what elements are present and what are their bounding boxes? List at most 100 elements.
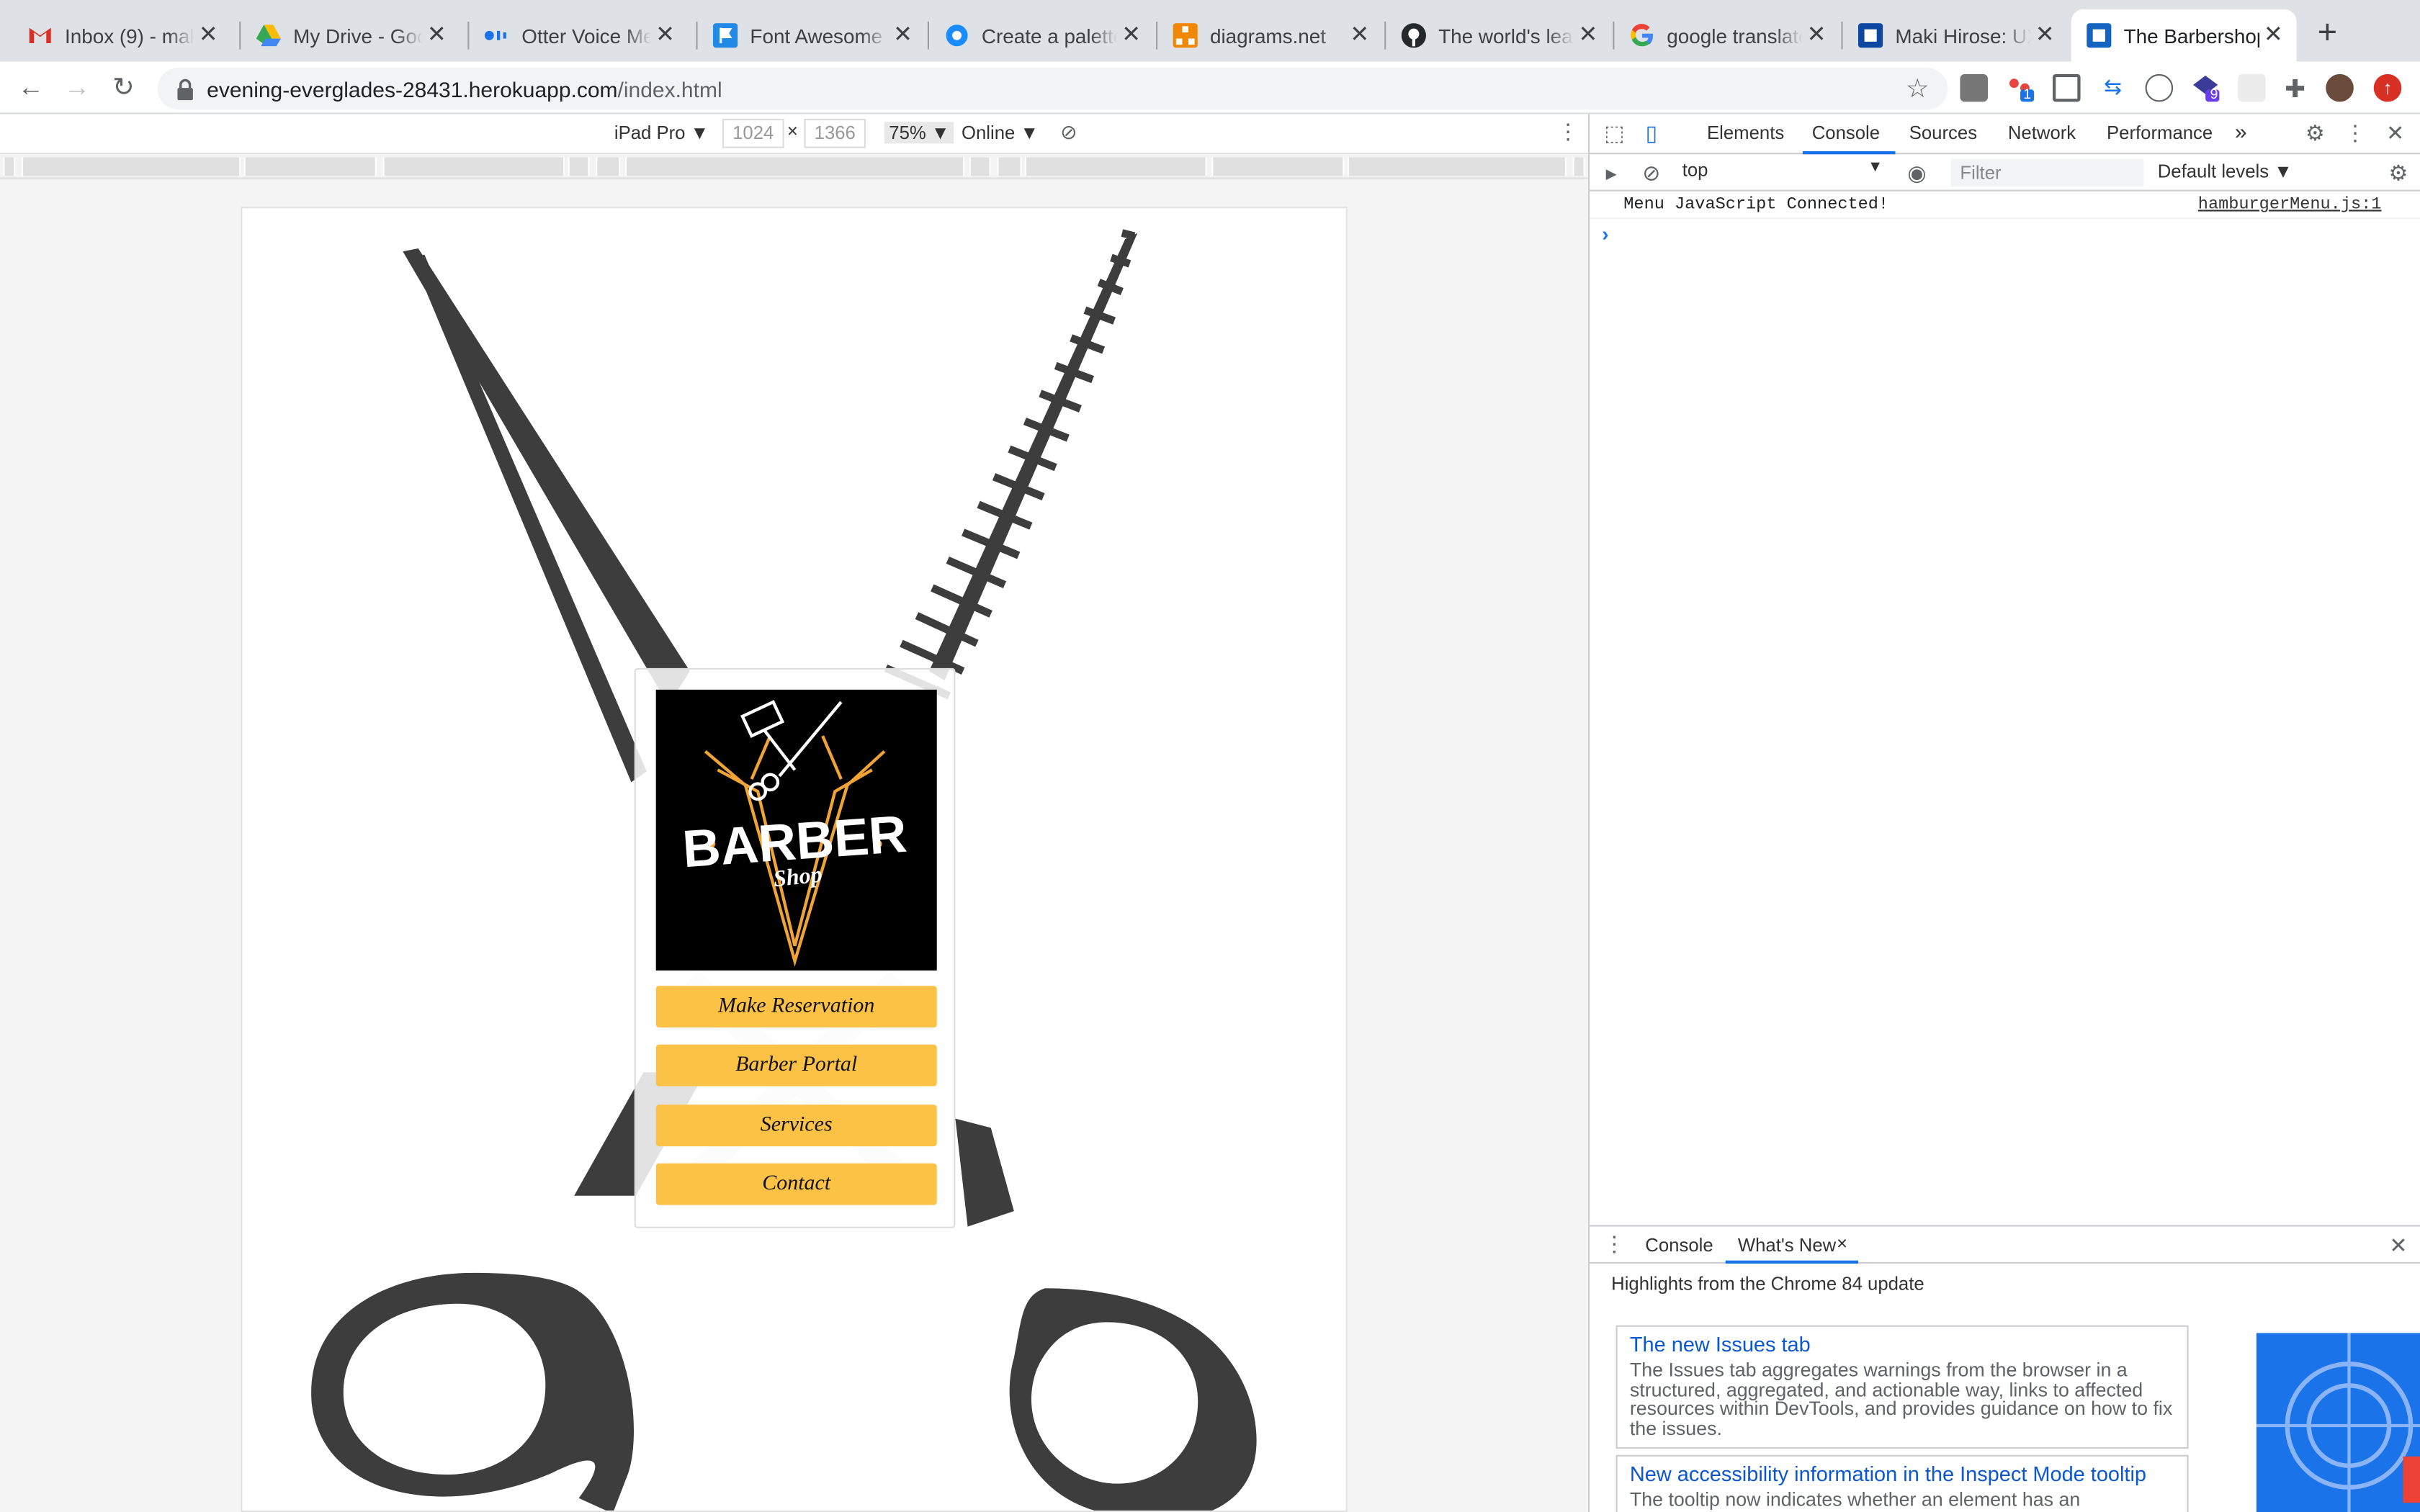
browser-tab[interactable]: Inbox (9) - making ✕: [12, 9, 231, 62]
drawer-menu-icon[interactable]: ⋮: [1602, 1231, 1626, 1256]
arrows-icon[interactable]: ⇆: [2099, 74, 2127, 102]
browser-tab[interactable]: Otter Voice Meeting ✕: [469, 9, 688, 62]
update-icon[interactable]: ↑: [2373, 73, 2402, 102]
address-bar[interactable]: evening-everglades-28431.herokuapp.com/i…: [157, 68, 1948, 110]
tab-title: diagrams.net: [1210, 24, 1327, 48]
browser-tab[interactable]: diagrams.net ✕: [1157, 9, 1383, 62]
services-button[interactable]: Services: [655, 1104, 937, 1147]
drawer-tab-console[interactable]: Console: [1645, 1234, 1713, 1256]
close-icon[interactable]: ×: [1837, 1233, 1847, 1254]
close-icon[interactable]: ✕: [889, 22, 917, 50]
close-icon[interactable]: ✕: [2031, 22, 2059, 50]
whats-new-header: Highlights from the Chrome 84 update: [1611, 1272, 1924, 1295]
tab-title: Font Awesome: [750, 24, 883, 48]
tab-console[interactable]: Console: [1812, 122, 1880, 143]
browser-tab[interactable]: Maki Hirose: UX/ ✕: [1843, 9, 2069, 62]
reload-icon[interactable]: ↻: [107, 71, 140, 105]
close-icon[interactable]: ✕: [2386, 1233, 2411, 1257]
browser-tab[interactable]: Create a palette ✕: [929, 9, 1155, 62]
more-tabs-icon[interactable]: »: [2235, 119, 2247, 143]
back-arrow-icon[interactable]: ←: [14, 71, 48, 105]
drawer-tab-whats-new[interactable]: What's New: [1738, 1234, 1836, 1256]
gmail-icon: [28, 23, 53, 48]
close-icon[interactable]: ✕: [1803, 22, 1831, 50]
browser-tab[interactable]: google translate ✕: [1614, 9, 1839, 62]
avatar[interactable]: [2326, 73, 2354, 102]
new-tab-button[interactable]: +: [2309, 14, 2346, 52]
card-title[interactable]: New accessibility information in the Ins…: [1630, 1462, 2174, 1485]
whats-new-card[interactable]: New accessibility information in the Ins…: [1615, 1454, 2189, 1512]
more-vert-icon[interactable]: ⋮: [1557, 119, 1579, 145]
context-select[interactable]: top ▼: [1682, 159, 1883, 185]
media-query-bar[interactable]: [0, 154, 1588, 179]
contact-button[interactable]: Contact: [655, 1163, 937, 1205]
width-field[interactable]: 1024: [722, 119, 784, 148]
scissors-handle-right: [1009, 1288, 1257, 1511]
browser-tab-strip: Inbox (9) - making ✕ My Drive - Google ✕…: [0, 0, 2420, 62]
diagrams-icon: [1173, 23, 1198, 48]
tab-title: Maki Hirose: UX/: [1895, 24, 2031, 48]
browser-tab[interactable]: My Drive - Google ✕: [241, 9, 460, 62]
height-field[interactable]: 1366: [804, 119, 866, 148]
browser-tab-active[interactable]: The Barbershop ✕: [2071, 9, 2297, 62]
clear-console-icon[interactable]: ⊘: [1639, 161, 1664, 185]
device-toggle-icon[interactable]: ▯: [1639, 120, 1664, 145]
url-path: /index.html: [617, 76, 722, 102]
more-vert-icon[interactable]: ⋮: [2343, 120, 2367, 145]
barber-portal-button[interactable]: Barber Portal: [655, 1044, 937, 1086]
filter-input[interactable]: Filter: [1950, 158, 2144, 187]
whats-new-card[interactable]: The new Issues tab The Issues tab aggreg…: [1615, 1325, 2189, 1449]
card-title[interactable]: The new Issues tab: [1630, 1333, 2174, 1356]
extension-icon[interactable]: 1: [2007, 74, 2035, 102]
whats-new-illustration: [2256, 1333, 2420, 1512]
url-host: evening-everglades-28431.herokuapp.com: [207, 76, 618, 102]
tab-performance[interactable]: Performance: [2107, 122, 2213, 143]
log-source-link[interactable]: hamburgerMenu.js:1: [2198, 196, 2382, 215]
context-value: top: [1682, 158, 1708, 181]
gear-icon[interactable]: ⚙: [2303, 120, 2327, 145]
console-settings-icon[interactable]: ⚙: [2386, 161, 2411, 185]
tab-elements[interactable]: Elements: [1707, 122, 1784, 143]
throttle-select[interactable]: Online ▼: [962, 122, 1039, 143]
extension-icon[interactable]: 9: [2192, 74, 2220, 102]
close-icon[interactable]: ✕: [194, 22, 223, 50]
device-select[interactable]: iPad Pro ▼: [614, 122, 709, 143]
extension-icon[interactable]: [1960, 73, 1988, 102]
forward-arrow-icon[interactable]: →: [60, 71, 94, 105]
card-body: The Issues tab aggregates warnings from …: [1629, 1359, 2173, 1439]
tab-title: Otter Voice Meeting: [521, 24, 651, 48]
drawer-tabbar: ⋮ Console What's New × ✕: [1590, 1227, 2420, 1264]
device-viewport: BARBER Shop Make Reservation Barber Port…: [241, 207, 1348, 1512]
close-icon[interactable]: ✕: [651, 22, 679, 50]
tab-network[interactable]: Network: [2008, 122, 2076, 143]
sidebar-toggle-icon[interactable]: ▸: [1599, 161, 1623, 185]
menu-card: BARBER Shop Make Reservation Barber Port…: [634, 667, 956, 1228]
rotate-icon[interactable]: ⊘: [1060, 120, 1077, 145]
tab-title: Create a palette: [981, 24, 1118, 48]
close-icon[interactable]: ✕: [2259, 22, 2287, 50]
console-prompt[interactable]: ›: [1602, 222, 1608, 246]
chevron-down-icon: ▼: [1868, 158, 1883, 176]
bookmark-star-icon[interactable]: ☆: [1906, 74, 1930, 105]
inspect-element-icon[interactable]: ⬚: [1602, 120, 1626, 145]
browser-tab[interactable]: Font Awesome ✕: [698, 9, 926, 62]
close-icon[interactable]: ✕: [1346, 22, 1374, 50]
extension-icon[interactable]: [2238, 73, 2266, 102]
console-toolbar: ▸ ⊘ top ▼ ◉ Filter Default levels ▼ ⚙: [1590, 154, 2420, 192]
circle-icon[interactable]: [2145, 73, 2174, 102]
close-icon[interactable]: ✕: [2383, 120, 2408, 145]
zoom-select[interactable]: 75% ▼: [884, 122, 954, 144]
tab-sources[interactable]: Sources: [1909, 122, 1977, 143]
close-icon[interactable]: ✕: [423, 22, 451, 50]
puzzle-icon[interactable]: ✚: [2281, 74, 2309, 103]
make-reservation-button[interactable]: Make Reservation: [655, 986, 937, 1028]
card-body: The tooltip now indicates whether an ele…: [1629, 1488, 2081, 1512]
browser-tab[interactable]: The world's leading ✕: [1386, 9, 1611, 62]
barbershop-logo: BARBER Shop: [655, 689, 937, 971]
close-icon[interactable]: ✕: [1574, 22, 1603, 50]
eye-icon[interactable]: ◉: [1904, 161, 1929, 185]
log-levels-select[interactable]: Default levels ▼: [2158, 161, 2293, 182]
close-icon[interactable]: ✕: [1117, 22, 1145, 50]
tab-title: The world's leading: [1438, 24, 1574, 48]
screenshot-icon[interactable]: [2053, 73, 2081, 102]
